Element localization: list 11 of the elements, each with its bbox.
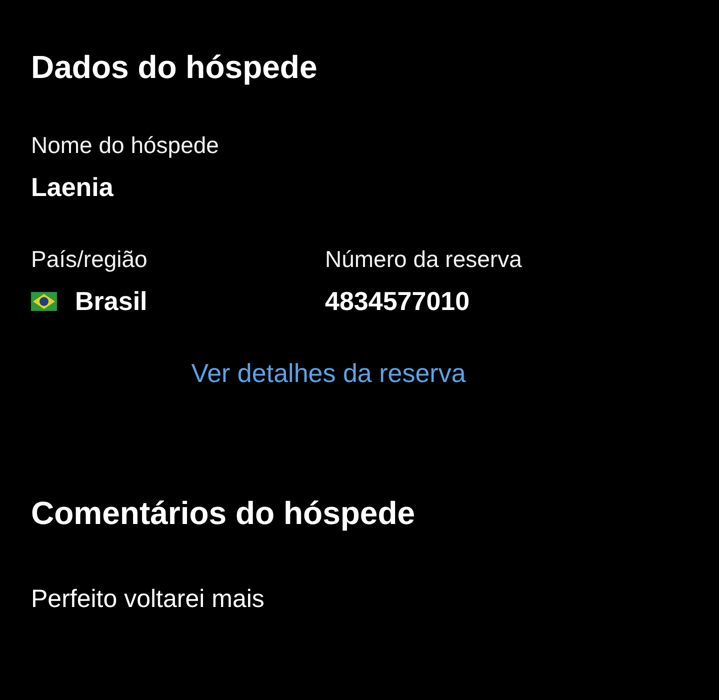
guest-name: Laenia [31, 171, 114, 204]
field-label: Número da reserva [325, 245, 523, 274]
field-label: País/região [31, 245, 148, 274]
section-title: Dados do hóspede [31, 48, 318, 87]
country-name: Brasil [75, 285, 148, 318]
details-link[interactable]: Ver detalhes da reserva [191, 356, 466, 390]
field-label: Nome do hóspede [31, 131, 220, 160]
section-title: Comentários do hóspede [31, 494, 416, 533]
comment-text: Perfeito voltarei mais [31, 584, 266, 615]
flag-icon [31, 292, 57, 310]
booking-number: 4834577010 [325, 285, 471, 318]
